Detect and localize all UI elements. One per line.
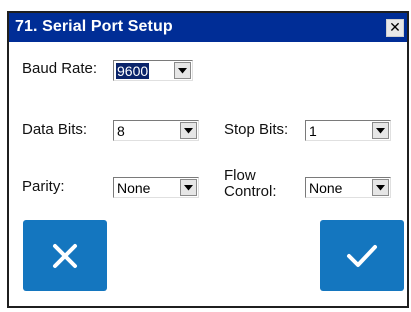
- close-icon: [53, 243, 77, 268]
- flow-control-select[interactable]: None: [305, 177, 391, 198]
- dialog-title: 71. Serial Port Setup: [15, 18, 173, 35]
- chevron-down-icon: [376, 185, 385, 191]
- parity-label: Parity:: [22, 178, 65, 195]
- stop-bits-dropdown-button[interactable]: [372, 122, 389, 139]
- baud-rate-select[interactable]: 9600: [113, 60, 193, 81]
- chevron-down-icon: [376, 128, 385, 134]
- chevron-down-icon: [184, 185, 193, 191]
- stop-bits-select[interactable]: 1: [305, 120, 391, 141]
- chevron-down-icon: [178, 68, 187, 74]
- chevron-down-icon: [184, 128, 193, 134]
- data-bits-label: Data Bits:: [22, 121, 88, 138]
- serial-port-setup-dialog: 71. Serial Port Setup ✕ Baud Rate: 9600 …: [7, 11, 409, 308]
- cancel-button[interactable]: [23, 220, 107, 291]
- flow-control-label-line2: Control:: [224, 183, 277, 200]
- parity-dropdown-button[interactable]: [180, 179, 197, 196]
- flow-control-label-line1: Flow: [224, 167, 256, 184]
- flow-control-dropdown-button[interactable]: [372, 179, 389, 196]
- checkmark-icon: [347, 244, 377, 267]
- parity-value: None: [117, 180, 151, 196]
- close-icon: ✕: [389, 20, 401, 36]
- data-bits-dropdown-button[interactable]: [180, 122, 197, 139]
- data-bits-select[interactable]: 8: [113, 120, 199, 141]
- flow-control-value: None: [309, 180, 343, 196]
- confirm-button[interactable]: [320, 220, 404, 291]
- baud-rate-value: 9600: [116, 63, 150, 79]
- title-bar: 71. Serial Port Setup ✕: [9, 13, 407, 42]
- stop-bits-label: Stop Bits:: [224, 121, 289, 138]
- baud-rate-label: Baud Rate:: [22, 60, 98, 77]
- stop-bits-value: 1: [309, 123, 317, 139]
- data-bits-value: 8: [117, 123, 125, 139]
- baud-rate-dropdown-button[interactable]: [174, 62, 191, 79]
- close-button[interactable]: ✕: [386, 19, 404, 37]
- parity-select[interactable]: None: [113, 177, 199, 198]
